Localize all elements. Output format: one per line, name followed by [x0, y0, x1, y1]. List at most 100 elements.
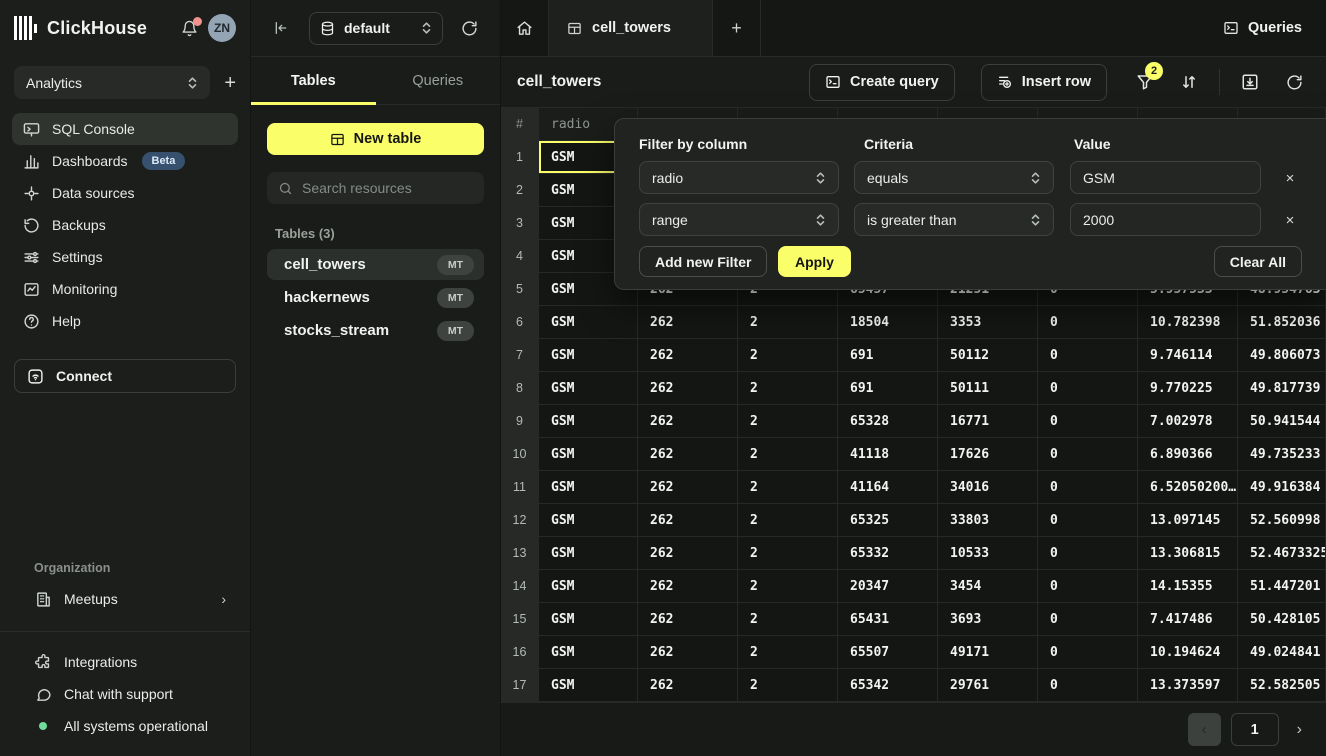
filter-column-select[interactable]: range — [639, 203, 839, 236]
table-cell[interactable]: GSM — [539, 537, 638, 570]
table-cell[interactable]: 2 — [738, 471, 838, 504]
table-cell[interactable]: 0 — [1038, 438, 1138, 471]
database-select[interactable]: default — [309, 12, 443, 45]
table-cell[interactable]: 49.817739 — [1238, 372, 1326, 405]
table-cell[interactable]: 18504 — [838, 306, 938, 339]
table-cell[interactable]: GSM — [539, 339, 638, 372]
table-cell[interactable]: 2 — [738, 372, 838, 405]
table-list-item-stocks-stream[interactable]: stocks_stream MT — [267, 315, 484, 346]
table-cell[interactable]: 50111 — [938, 372, 1038, 405]
new-tab-button[interactable]: + — [713, 0, 761, 56]
filter-criteria-select[interactable]: is greater than — [854, 203, 1054, 236]
table-cell[interactable]: GSM — [539, 372, 638, 405]
filter-value-input[interactable] — [1070, 161, 1261, 194]
apply-button[interactable]: Apply — [778, 246, 851, 277]
table-cell[interactable]: 9.746114 — [1138, 339, 1238, 372]
sidebar-item-integrations[interactable]: Integrations — [0, 646, 250, 678]
table-cell[interactable]: 41118 — [838, 438, 938, 471]
clear-all-button[interactable]: Clear All — [1214, 246, 1302, 277]
system-status[interactable]: All systems operational — [0, 710, 250, 742]
remove-filter-icon[interactable]: × — [1278, 208, 1302, 232]
sidebar-item-sql-console[interactable]: SQL Console — [12, 113, 238, 145]
table-cell[interactable]: 262 — [638, 570, 738, 603]
table-cell[interactable]: 0 — [1038, 306, 1138, 339]
search-resources[interactable] — [267, 172, 484, 204]
table-cell[interactable]: 20347 — [838, 570, 938, 603]
table-cell[interactable]: 65342 — [838, 669, 938, 702]
table-cell[interactable]: 49.806073 — [1238, 339, 1326, 372]
table-cell[interactable]: 3454 — [938, 570, 1038, 603]
table-cell[interactable]: 0 — [1038, 372, 1138, 405]
table-cell[interactable]: 0 — [1038, 471, 1138, 504]
table-cell[interactable]: 262 — [638, 669, 738, 702]
sidebar-item-dashboards[interactable]: Dashboards Beta — [12, 145, 238, 177]
table-cell[interactable]: GSM — [539, 306, 638, 339]
table-cell[interactable]: 7.002978 — [1138, 405, 1238, 438]
sidebar-item-meetups[interactable]: Meetups › — [0, 583, 250, 615]
table-cell[interactable]: 3353 — [938, 306, 1038, 339]
table-cell[interactable]: GSM — [539, 405, 638, 438]
add-workspace-button[interactable]: + — [224, 73, 236, 93]
sidebar-item-monitoring[interactable]: Monitoring — [12, 273, 238, 305]
table-cell[interactable]: 65431 — [838, 603, 938, 636]
table-cell[interactable]: 0 — [1038, 603, 1138, 636]
table-cell[interactable]: GSM — [539, 504, 638, 537]
collapse-panel-icon[interactable] — [273, 20, 289, 36]
table-cell[interactable]: 9.770225 — [1138, 372, 1238, 405]
table-cell[interactable]: 17626 — [938, 438, 1038, 471]
notifications-bell-icon[interactable] — [181, 20, 198, 37]
table-cell[interactable]: 49.916384 — [1238, 471, 1326, 504]
table-cell[interactable]: GSM — [539, 636, 638, 669]
table-cell[interactable]: 65328 — [838, 405, 938, 438]
remove-filter-icon[interactable]: × — [1278, 166, 1302, 190]
sidebar-item-settings[interactable]: Settings — [12, 241, 238, 273]
filter-criteria-select[interactable]: equals — [854, 161, 1054, 194]
table-cell[interactable]: 13.306815 — [1138, 537, 1238, 570]
refresh-icon[interactable] — [461, 20, 478, 37]
filter-column-select[interactable]: radio — [639, 161, 839, 194]
table-cell[interactable]: 6.52050200… — [1138, 471, 1238, 504]
table-cell[interactable]: 34016 — [938, 471, 1038, 504]
table-cell[interactable]: 2 — [738, 504, 838, 537]
add-new-filter-button[interactable]: Add new Filter — [639, 246, 767, 277]
table-cell[interactable]: 16771 — [938, 405, 1038, 438]
table-cell[interactable]: 50.941544 — [1238, 405, 1326, 438]
sidebar-item-backups[interactable]: Backups — [12, 209, 238, 241]
create-query-button[interactable]: Create query — [809, 64, 955, 101]
table-cell[interactable]: 2 — [738, 636, 838, 669]
table-cell[interactable]: 262 — [638, 603, 738, 636]
table-cell[interactable]: 52.582505 — [1238, 669, 1326, 702]
table-cell[interactable]: GSM — [539, 570, 638, 603]
table-cell[interactable]: 262 — [638, 339, 738, 372]
table-cell[interactable]: 51.852036 — [1238, 306, 1326, 339]
table-cell[interactable]: 2 — [738, 537, 838, 570]
table-cell[interactable]: 262 — [638, 471, 738, 504]
table-cell[interactable]: 2 — [738, 405, 838, 438]
avatar[interactable]: ZN — [208, 14, 236, 42]
filter-value-input[interactable] — [1070, 203, 1261, 236]
table-cell[interactable]: 52.560998 — [1238, 504, 1326, 537]
table-cell[interactable]: 10.782398 — [1138, 306, 1238, 339]
table-cell[interactable]: 50112 — [938, 339, 1038, 372]
table-cell[interactable]: 29761 — [938, 669, 1038, 702]
tab-cell-towers[interactable]: cell_towers — [549, 0, 713, 56]
table-cell[interactable]: 14.15355 — [1138, 570, 1238, 603]
refresh-icon[interactable] — [1276, 64, 1312, 100]
table-cell[interactable]: 2 — [738, 339, 838, 372]
queries-button[interactable]: Queries — [1223, 0, 1302, 56]
table-cell[interactable]: 0 — [1038, 405, 1138, 438]
table-cell[interactable]: 262 — [638, 438, 738, 471]
table-cell[interactable]: 2 — [738, 570, 838, 603]
table-cell[interactable]: 691 — [838, 339, 938, 372]
table-cell[interactable]: 65332 — [838, 537, 938, 570]
sort-icon[interactable] — [1171, 64, 1207, 100]
table-cell[interactable]: 262 — [638, 504, 738, 537]
prev-page-button[interactable]: ‹ — [1188, 713, 1221, 746]
table-cell[interactable]: 262 — [638, 372, 738, 405]
table-cell[interactable]: GSM — [539, 669, 638, 702]
table-cell[interactable]: 2 — [738, 603, 838, 636]
table-cell[interactable]: 0 — [1038, 570, 1138, 603]
table-cell[interactable]: 41164 — [838, 471, 938, 504]
table-cell[interactable]: 52.4673325 — [1238, 537, 1326, 570]
table-cell[interactable]: 2 — [738, 669, 838, 702]
